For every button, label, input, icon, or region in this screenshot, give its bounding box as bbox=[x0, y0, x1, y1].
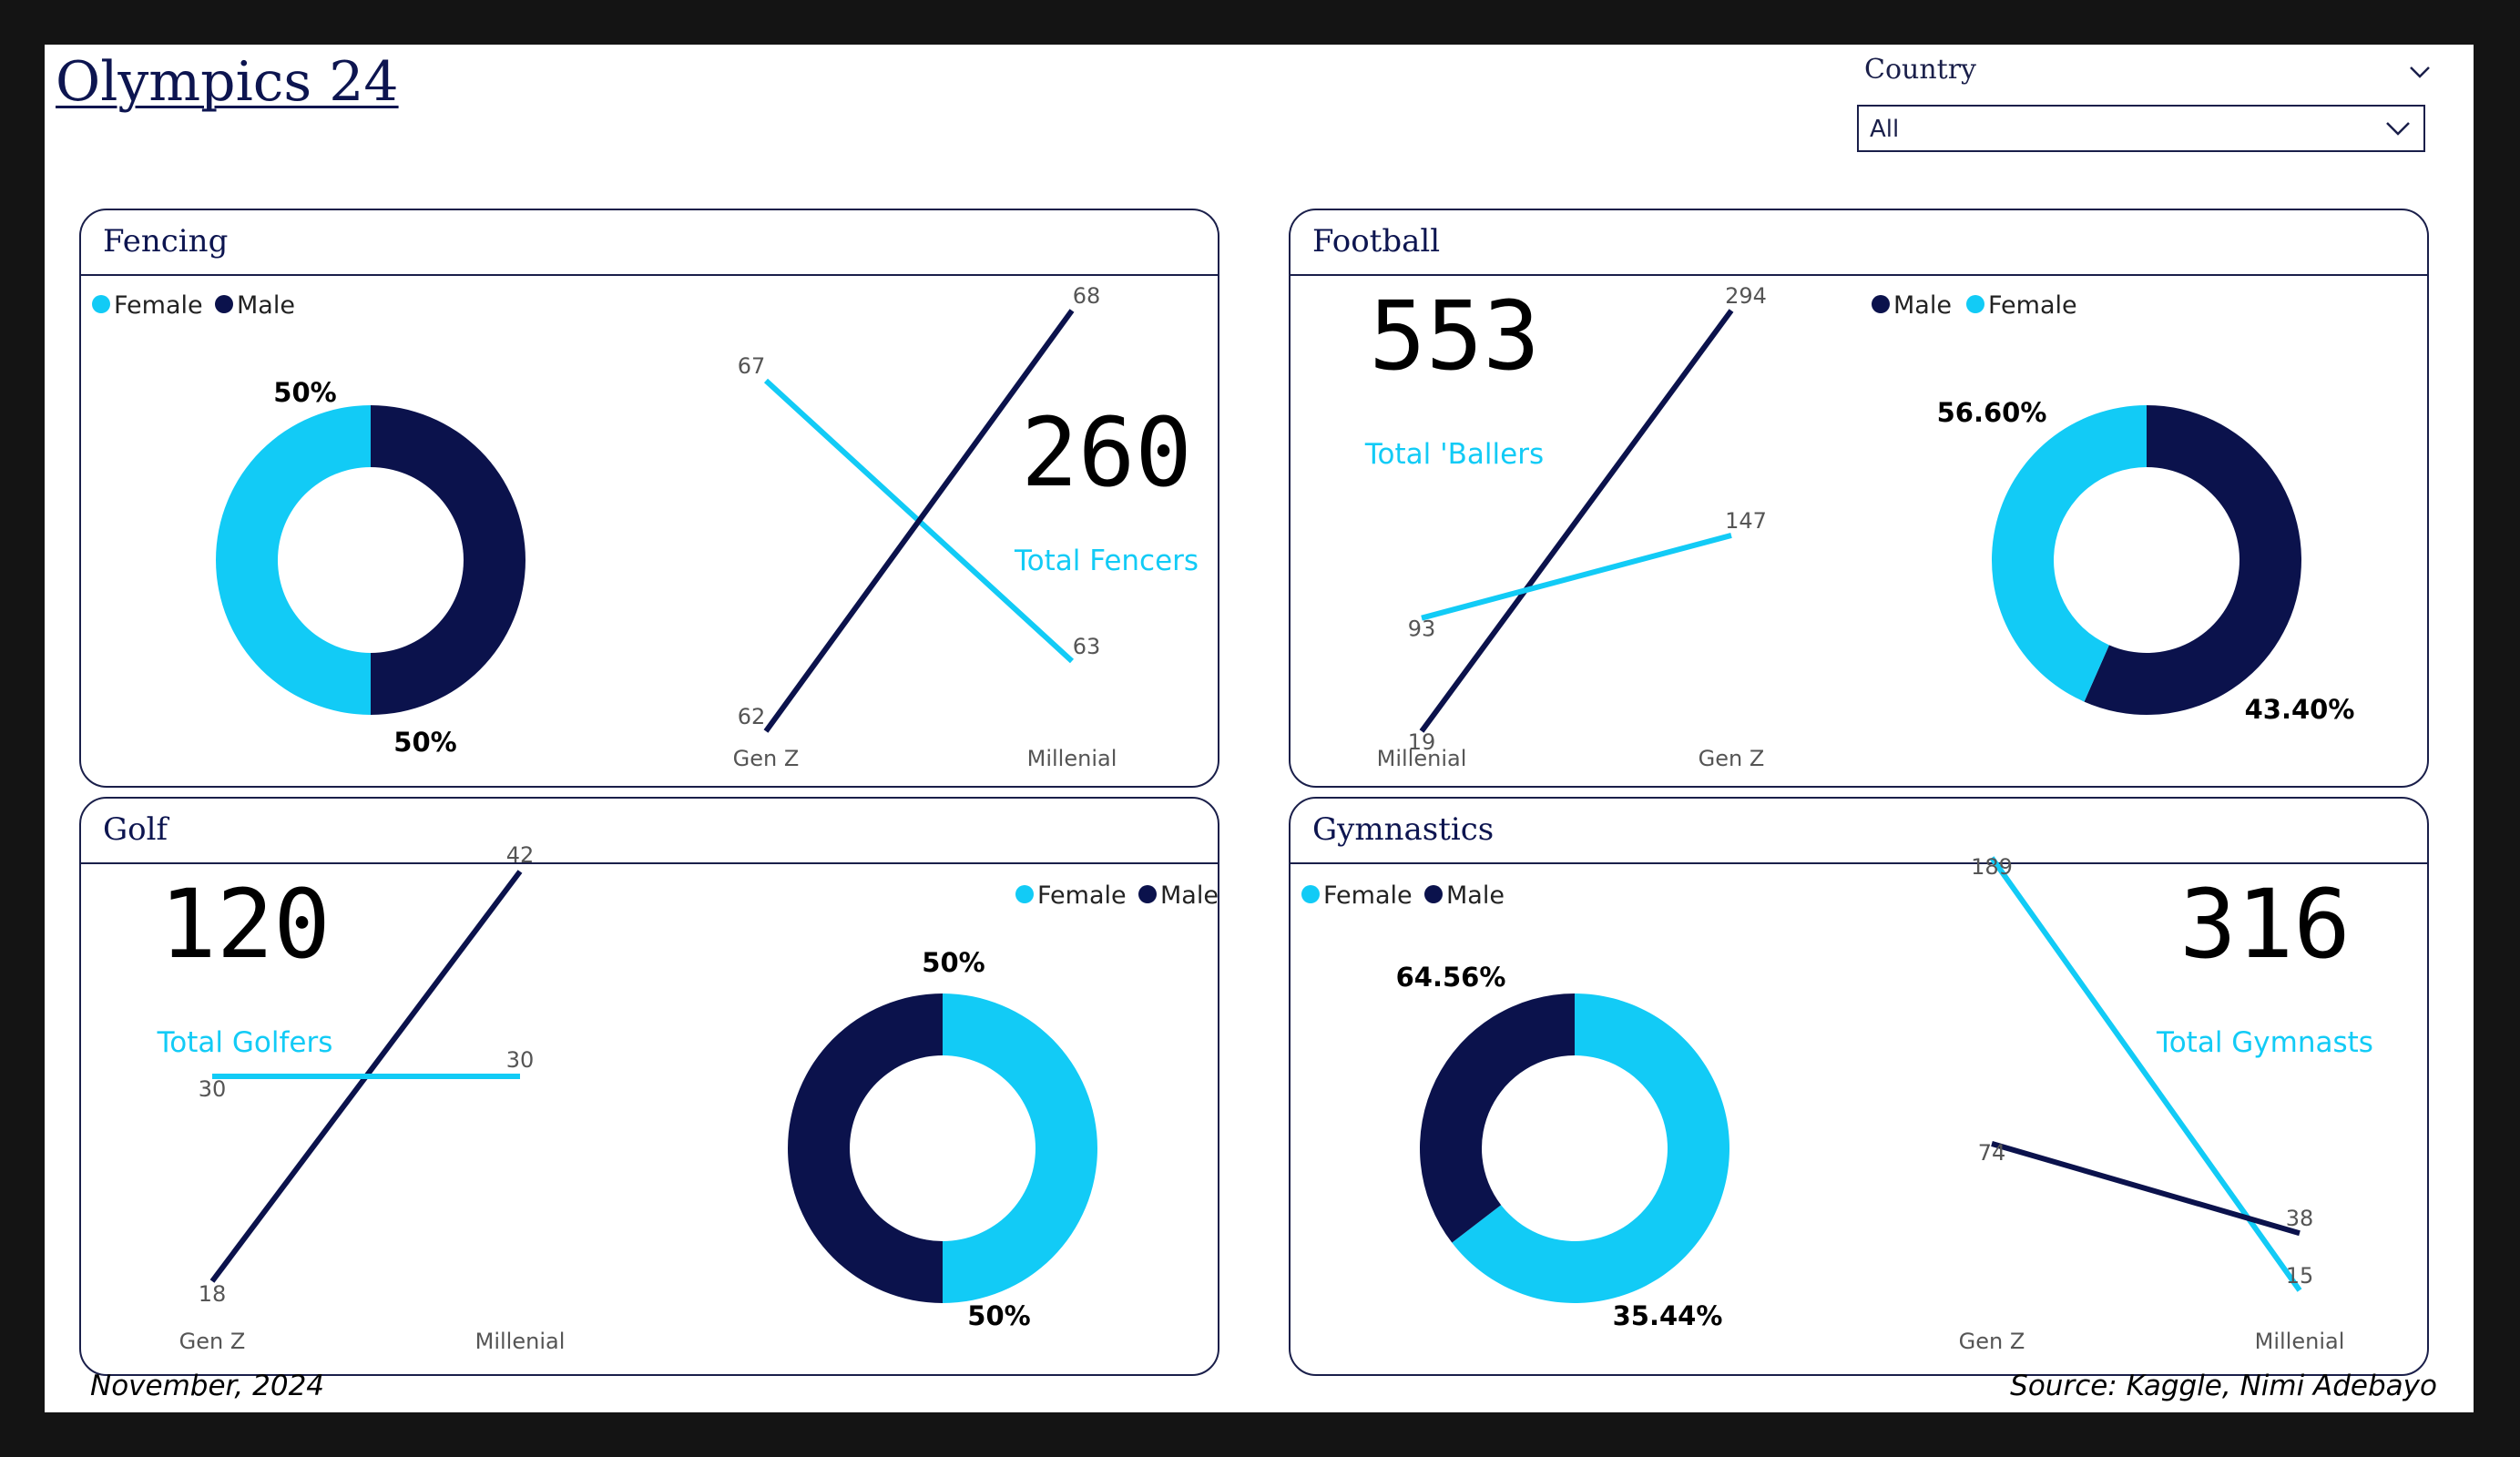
legend-label-female: Female bbox=[1323, 881, 1413, 910]
donut-slice-female bbox=[943, 993, 1097, 1303]
country-dropdown[interactable]: All bbox=[1857, 105, 2425, 152]
data-label: 189 bbox=[1971, 854, 2013, 880]
x-tick-label: Gen Z bbox=[1699, 746, 1765, 771]
legend-marker-female bbox=[1015, 885, 1034, 903]
country-dropdown-value: All bbox=[1870, 116, 1900, 143]
football-chart: Male Female56.60%43.40%1929493147Millenia… bbox=[1364, 280, 2355, 771]
legend-label-female: Female bbox=[114, 291, 203, 320]
legend-marker-male bbox=[1138, 885, 1157, 903]
legend-label-male: Male bbox=[237, 291, 295, 320]
fencing-chart: Female Male 50% 50% 67 63 62 68 Gen Z Millenial 26… bbox=[92, 283, 1199, 771]
x-tick-label: Gen Z bbox=[1959, 1329, 2025, 1354]
legend-marker-male bbox=[1424, 885, 1443, 903]
data-label: 30 bbox=[199, 1076, 227, 1102]
golf-chart: Female Male 50% 50% 18 42 30 30 Gen Z Millenial 12… bbox=[157, 842, 1219, 1354]
legend-marker-female bbox=[92, 295, 110, 313]
kpi-value: 553 bbox=[1369, 280, 1540, 392]
legend-label-female: Female bbox=[1988, 291, 2077, 320]
data-label: 93 bbox=[1408, 616, 1436, 642]
donut-label-male: 56.60% bbox=[1937, 397, 2047, 428]
x-tick-label: Millenial bbox=[1377, 746, 1467, 771]
data-label: 18 bbox=[199, 1281, 227, 1307]
country-slicer-label: Country bbox=[1864, 54, 1977, 86]
chevron-down-icon[interactable] bbox=[2402, 54, 2438, 90]
gymnastics-panel: Gymnastics Female Male 64.56% 35.44% 189 15 74… bbox=[1289, 797, 2429, 1376]
x-tick-label: Millenial bbox=[475, 1329, 566, 1354]
data-label: 68 bbox=[1073, 283, 1101, 309]
kpi-value: 120 bbox=[159, 869, 331, 980]
legend-marker-male bbox=[215, 295, 233, 313]
donut-label-male: 50% bbox=[967, 1300, 1030, 1331]
data-label: 30 bbox=[506, 1047, 535, 1073]
legend-label-male: Male bbox=[1893, 291, 1952, 320]
data-label: 147 bbox=[1725, 508, 1767, 534]
kpi-value: 316 bbox=[2179, 869, 2351, 980]
kpi-label: Total Golfers bbox=[157, 1026, 333, 1059]
donut-label-male: 35.44% bbox=[1613, 1300, 1723, 1331]
donut-slice-male bbox=[1420, 993, 1575, 1243]
legend-label-male: Male bbox=[1446, 881, 1505, 910]
line-series-male bbox=[763, 309, 1075, 733]
donut-label-female: 64.56% bbox=[1396, 962, 1506, 993]
kpi-label: Total Gymnasts bbox=[2156, 1026, 2373, 1059]
fencing-panel: Fencing Female Male 50% 50% 67 63 62 68 Gen Z Mil… bbox=[79, 209, 1219, 788]
donut-label-female: 43.40% bbox=[2245, 694, 2355, 725]
data-label: 38 bbox=[2286, 1206, 2314, 1231]
donut-slice-female bbox=[216, 405, 371, 715]
data-label: 294 bbox=[1725, 283, 1767, 309]
data-label: 42 bbox=[506, 842, 535, 868]
page-title: Olympics 24 bbox=[56, 50, 399, 114]
golf-panel: Golf Female Male 50% 50% 18 42 30 30 Gen Z Millen… bbox=[79, 797, 1219, 1376]
donut-label-female: 50% bbox=[922, 947, 985, 978]
donut-label-male: 50% bbox=[273, 377, 336, 408]
line-series-male bbox=[1991, 1141, 2301, 1237]
kpi-value: 260 bbox=[1021, 397, 1192, 508]
legend-marker-female bbox=[1966, 295, 1984, 313]
data-label: 62 bbox=[738, 704, 766, 729]
donut-label-female: 50% bbox=[393, 727, 456, 758]
donut-slice-male bbox=[371, 405, 525, 715]
footer-source: Source: Kaggle, Nimi Adebayo bbox=[2010, 1370, 2437, 1402]
gymnastics-chart: Female Male 64.56% 35.44% 189 15 74 38 Gen Z Mill… bbox=[1301, 854, 2373, 1354]
x-tick-label: Gen Z bbox=[733, 746, 800, 771]
footer-date: November, 2024 bbox=[90, 1370, 325, 1402]
data-label: 67 bbox=[738, 353, 766, 379]
data-label: 15 bbox=[2286, 1263, 2314, 1289]
donut-slice-male bbox=[788, 993, 943, 1303]
kpi-label: Total 'Ballers bbox=[1364, 438, 1544, 471]
x-tick-label: Gen Z bbox=[179, 1329, 246, 1354]
kpi-label: Total Fencers bbox=[1014, 545, 1199, 577]
chevron-down-icon bbox=[2386, 122, 2410, 136]
legend-marker-female bbox=[1301, 885, 1320, 903]
legend-label-male: Male bbox=[1160, 881, 1219, 910]
data-label: 63 bbox=[1073, 634, 1101, 659]
x-tick-label: Millenial bbox=[2255, 1329, 2345, 1354]
x-tick-label: Millenial bbox=[1027, 746, 1117, 771]
legend-marker-male bbox=[1872, 295, 1890, 313]
line-series-female bbox=[1421, 533, 1732, 621]
football-panel: Football Male Female 56.60% 43.40% 19 294 93 14… bbox=[1289, 209, 2429, 788]
legend-label-female: Female bbox=[1037, 881, 1127, 910]
dashboard-canvas: Olympics 24 Country All Fencing Female Ma… bbox=[45, 45, 2474, 1412]
data-label: 74 bbox=[1978, 1140, 2006, 1166]
